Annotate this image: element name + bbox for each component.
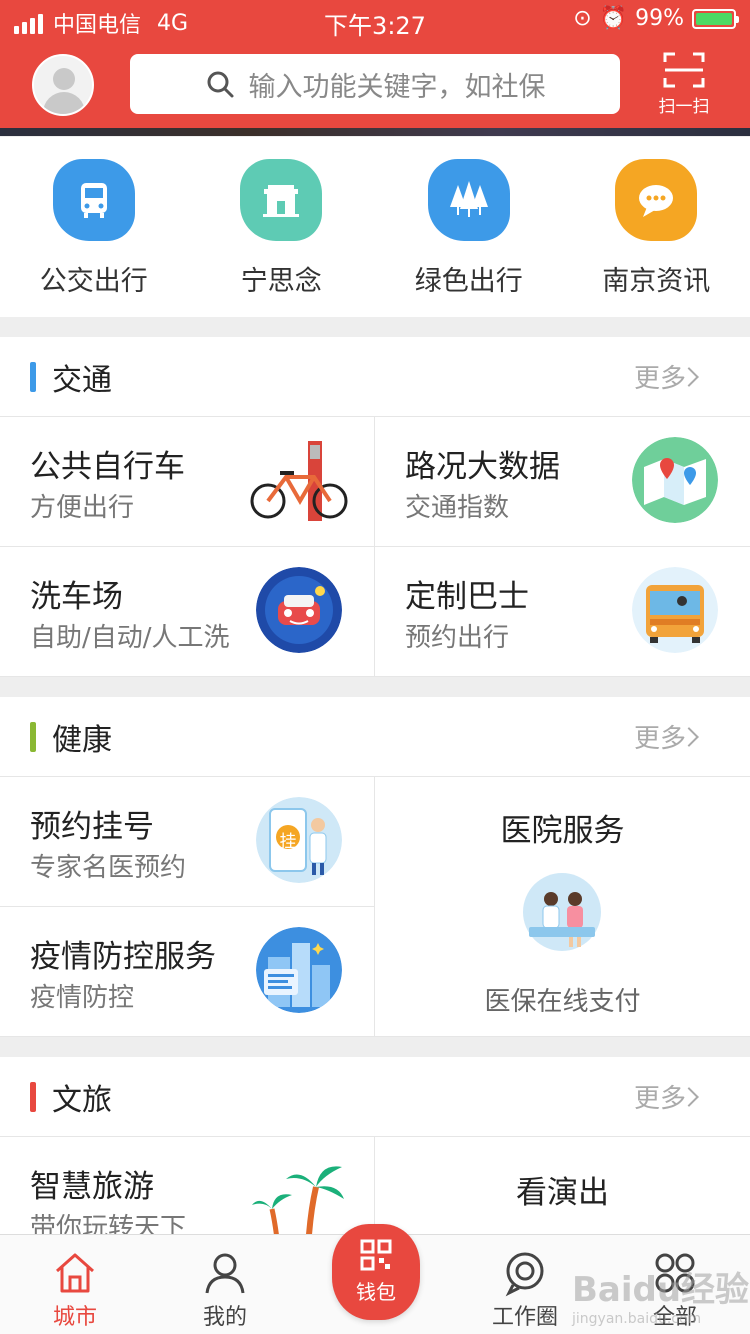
card-epidemic[interactable]: 疫情防控服务 疫情防控: [0, 907, 375, 1037]
baidu-watermark: Baidu经验 jingyan.baidu.com: [572, 1262, 749, 1327]
card-title: 智慧旅游: [30, 1169, 154, 1205]
tab-label: 城市: [52, 1305, 97, 1330]
doctor-patient-icon: [523, 873, 601, 951]
section-accent-bar: [30, 1081, 36, 1112]
card-appointment[interactable]: 预约挂号 专家名医预约 挂: [0, 777, 375, 907]
watermark-sub: jingyan.baidu.com: [572, 1311, 702, 1327]
section-culture: 文旅 更多 智慧旅游 带你玩转天下 看演出: [0, 1057, 750, 1234]
palm-tree-icon: [250, 1153, 346, 1234]
card-car-wash[interactable]: 洗车场 自助/自动/人工洗: [0, 547, 375, 677]
section-accent-bar: [30, 361, 36, 392]
quick-links: 公交出行 宁思念 绿色出行 南京资讯: [0, 137, 750, 317]
gate-icon: [240, 159, 323, 241]
search-placeholder: 输入功能关键字，如社保: [248, 71, 546, 103]
section-accent-bar: [30, 721, 36, 752]
person-icon: [205, 1253, 245, 1294]
card-public-bike[interactable]: 公共自行车 方便出行: [0, 417, 375, 547]
section-header: 健康 更多: [0, 697, 750, 777]
card-title: 公共自行车: [30, 449, 185, 485]
section-title: 文旅: [52, 1082, 112, 1118]
registration-icon: 挂: [256, 797, 342, 883]
card-subtitle: 交通指数: [405, 493, 510, 523]
scan-label: 扫一扫: [658, 97, 710, 117]
tab-label: 钱包: [356, 1280, 396, 1304]
section-traffic: 交通 更多 公共自行车 方便出行 路况大数据 交通指数 洗车场 自助/自动/人工…: [0, 337, 750, 677]
scan-button[interactable]: 扫一扫: [652, 52, 716, 118]
card-subtitle: 预约出行: [405, 623, 510, 653]
bus-front-icon: [632, 567, 718, 653]
tab-wallet[interactable]: 钱包: [332, 1224, 420, 1320]
chat-bubble-icon: [615, 159, 698, 241]
tab-city[interactable]: 城市: [0, 1235, 150, 1334]
tab-mine[interactable]: 我的: [150, 1235, 300, 1334]
car-wash-icon: [256, 567, 342, 653]
qr-wallet-icon: [360, 1239, 392, 1271]
watermark-text: Baidu经验: [572, 1270, 750, 1310]
card-subtitle: 带你玩转天下: [30, 1213, 187, 1234]
card-hospital-service[interactable]: 医院服务 医保在线支付: [375, 777, 750, 1037]
scan-icon: [663, 52, 705, 88]
battery-icon: [692, 8, 739, 29]
registration-badge: 挂: [279, 832, 297, 852]
card-subtitle: 专家名医预约: [30, 853, 187, 883]
quick-link-label: 公交出行: [39, 266, 148, 297]
bus-icon: [52, 159, 135, 241]
quick-link-memorial[interactable]: 宁思念: [188, 137, 376, 317]
map-pin-icon: [632, 437, 718, 523]
quick-link-label: 绿色出行: [414, 266, 523, 297]
card-custom-bus[interactable]: 定制巴士 预约出行: [375, 547, 750, 677]
card-title: 预约挂号: [30, 809, 154, 845]
bicycle-icon: [248, 437, 348, 527]
card-title: 看演出: [516, 1175, 609, 1211]
city-icon: [256, 927, 342, 1013]
circle-chat-icon: [505, 1252, 544, 1297]
section-header: 交通 更多: [0, 337, 750, 417]
card-smart-travel[interactable]: 智慧旅游 带你玩转天下: [0, 1137, 375, 1234]
card-subtitle: 医保在线支付: [484, 987, 641, 1017]
battery-percent: 99%: [635, 6, 684, 31]
card-shows[interactable]: 看演出: [375, 1137, 750, 1234]
card-subtitle: 自助/自动/人工洗: [30, 623, 230, 653]
card-title: 洗车场: [30, 579, 123, 615]
status-bar: 中国电信 4G 下午3:27 ⊙ ⏰ 99%: [0, 0, 750, 40]
alarm-icon: ⏰: [599, 6, 628, 31]
card-traffic-data[interactable]: 路况大数据 交通指数: [375, 417, 750, 547]
quick-link-bus[interactable]: 公交出行: [0, 137, 188, 317]
tab-label: 工作圈: [491, 1305, 558, 1330]
avatar[interactable]: [32, 54, 94, 116]
section-title: 交通: [52, 362, 112, 398]
lock-rotation-icon: ⊙: [573, 6, 592, 31]
section-health: 健康 更多 预约挂号 专家名医预约 挂 疫情防控服务 疫情防控 医院服务 医保在…: [0, 697, 750, 1037]
quick-link-green-travel[interactable]: 绿色出行: [375, 137, 563, 317]
section-header: 文旅 更多: [0, 1057, 750, 1137]
quick-link-label: 南京资讯: [602, 266, 711, 297]
quick-link-label: 宁思念: [240, 266, 322, 297]
app-header: 中国电信 4G 下午3:27 ⊙ ⏰ 99% 输入功能关键字，如社保 扫一扫: [0, 0, 750, 130]
card-subtitle: 疫情防控: [30, 983, 135, 1013]
quick-link-news[interactable]: 南京资讯: [563, 137, 750, 317]
section-title: 健康: [52, 722, 112, 758]
home-icon: [56, 1253, 94, 1293]
search-bar[interactable]: 输入功能关键字，如社保: [130, 54, 620, 114]
card-title: 疫情防控服务: [30, 939, 216, 975]
card-subtitle: 方便出行: [30, 493, 135, 523]
search-icon: [207, 71, 233, 98]
banner-strip: [0, 128, 750, 136]
card-title: 医院服务: [500, 813, 625, 849]
trees-icon: [427, 159, 510, 241]
card-title: 定制巴士: [405, 579, 529, 615]
card-title: 路况大数据: [405, 449, 560, 485]
tab-label: 我的: [202, 1305, 247, 1330]
